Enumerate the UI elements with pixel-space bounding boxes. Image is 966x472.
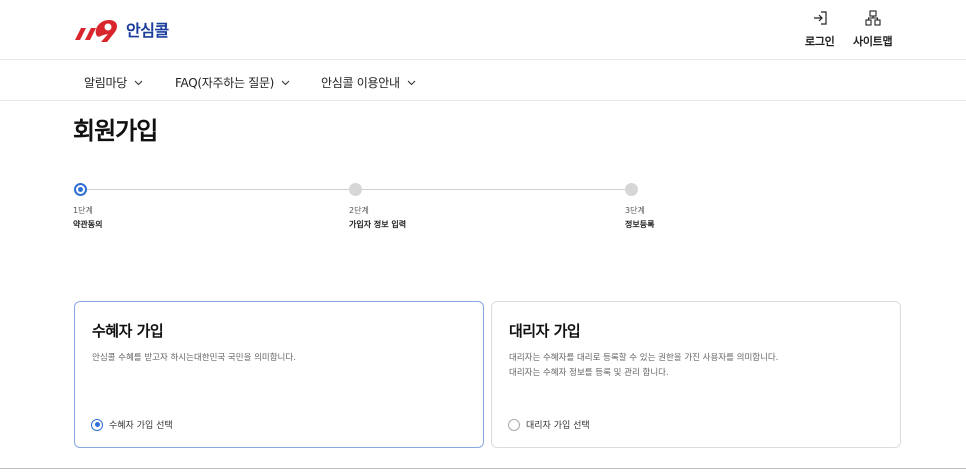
nav-item-label: 알림마당 [84,76,127,90]
step-2-name: 가입자 정보 입력 [349,220,407,229]
radio-label: 수혜자 가입 선택 [109,421,173,431]
step-2-number: 2단계 [349,206,369,215]
card-description: 안심콜 수혜를 받고자 하시는대한민국 국민을 의미합니다. [92,351,296,366]
nav-item-faq[interactable]: FAQ(자주하는 질문) [175,74,290,91]
step-2-indicator [349,183,362,196]
logo-119-icon [75,20,117,42]
nav-item-label: FAQ(자주하는 질문) [175,76,275,90]
login-link[interactable]: 로그인 [805,10,835,49]
radio-unselected-icon[interactable] [508,418,520,431]
card-title: 대리자 가입 [509,322,581,340]
card-description: 대리자는 수혜자를 대리로 등록할 수 있는 권한을 가진 사용자를 의미합니다… [509,351,778,381]
step-connector [83,189,349,190]
step-3-name: 정보등록 [625,220,655,229]
step-1-name: 약관동의 [73,220,103,229]
step-3-number: 3단계 [625,206,645,215]
card-description-line: 대리자는 수혜자 정보를 등록 및 관리 합니다. [509,368,669,378]
nav-item-label: 안심콜 이용안내 [321,76,400,90]
radio-selected-icon[interactable] [91,418,103,431]
sitemap-icon [865,10,881,26]
sitemap-link[interactable]: 사이트맵 [853,10,893,49]
login-label: 로그인 [805,35,835,48]
logo-text: 안심콜 [126,21,169,40]
proxy-signup-card[interactable]: 대리자 가입 대리자는 수혜자를 대리로 등록할 수 있는 권한을 가진 사용자… [491,301,901,448]
site-logo[interactable]: 안심콜 [73,16,169,42]
step-3-indicator [625,183,638,196]
nav-item-guide[interactable]: 안심콜 이용안내 [321,74,416,91]
chevron-down-icon [407,80,416,85]
nav-item-notice[interactable]: 알림마당 [84,74,143,91]
card-description-line: 대리자는 수혜자를 대리로 등록할 수 있는 권한을 가진 사용자를 의미합니다… [509,353,779,363]
beneficiary-signup-radio[interactable]: 수혜자 가입 선택 [91,418,173,431]
divider [0,468,966,469]
login-icon [813,11,827,25]
signup-stepper: 1단계 약관동의 2단계 가입자 정보 입력 3단계 정보등록 [73,183,673,243]
site-header: 안심콜 로그인 사이트맵 [0,0,966,60]
chevron-down-icon [281,80,290,85]
chevron-down-icon [134,80,143,85]
step-connector [359,189,625,190]
step-1-number: 1단계 [73,206,93,215]
beneficiary-signup-card[interactable]: 수혜자 가입 안심콜 수혜를 받고자 하시는대한민국 국민을 의미합니다. 수혜… [74,301,484,448]
card-description-line: 안심콜 수혜를 받고자 하시는대한민국 국민을 의미합니다. [92,353,296,363]
sitemap-label: 사이트맵 [853,35,893,48]
step-1-indicator [74,183,87,196]
proxy-signup-radio[interactable]: 대리자 가입 선택 [508,418,590,431]
card-title: 수혜자 가입 [92,322,164,340]
main-nav: 알림마당 FAQ(자주하는 질문) 안심콜 이용안내 [0,61,966,101]
radio-label: 대리자 가입 선택 [526,421,590,431]
page-title: 회원가입 [73,117,158,145]
